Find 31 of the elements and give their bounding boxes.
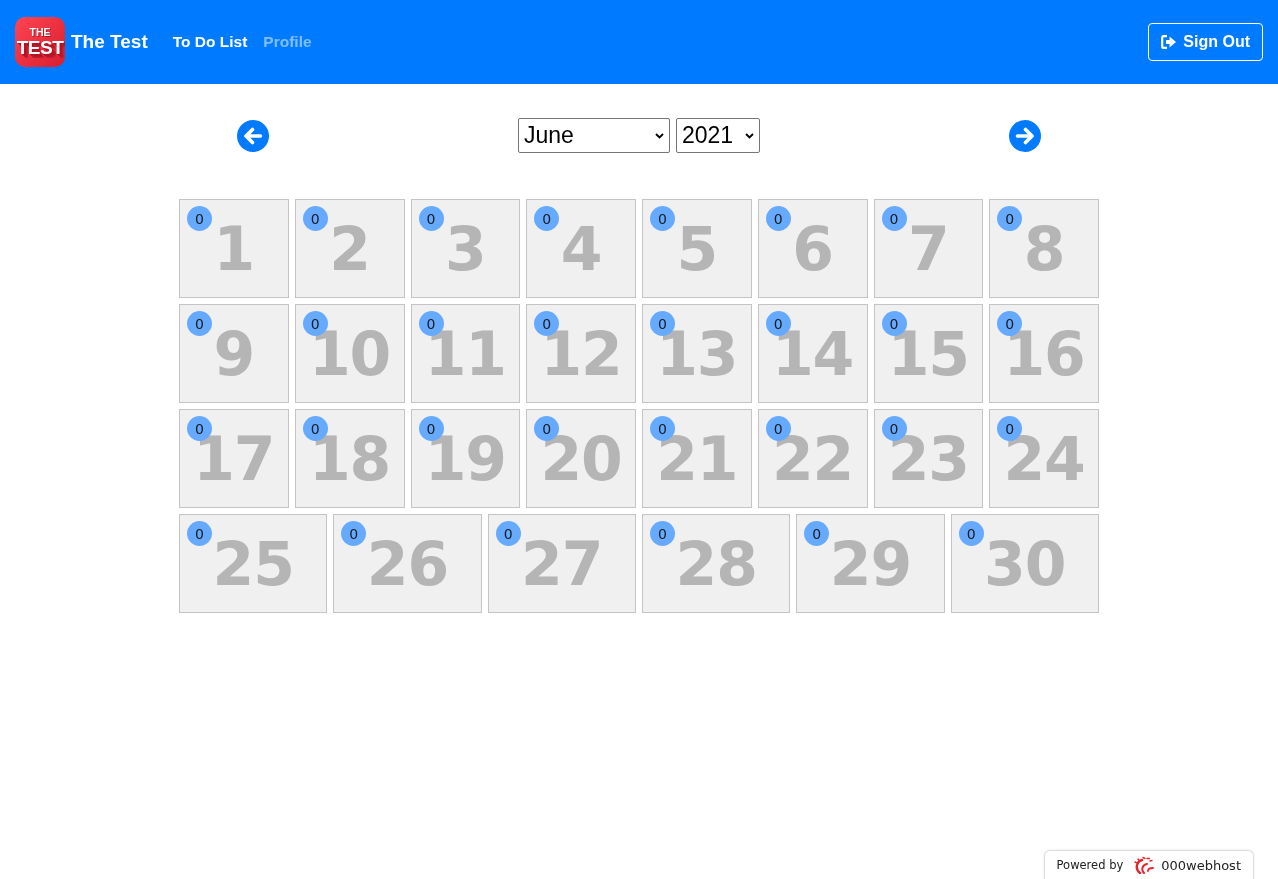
count-badge: 0 (302, 206, 328, 231)
count-badge: 0 (534, 206, 560, 231)
year-select[interactable]: 2021 (676, 118, 760, 153)
count-badge: 0 (765, 206, 791, 231)
swirl-logo-icon (1132, 856, 1155, 874)
arrow-right-icon[interactable] (1009, 119, 1041, 152)
count-badge: 0 (418, 206, 444, 231)
host-name: 000webhost (1161, 857, 1241, 873)
count-badge: 0 (341, 521, 367, 546)
nav-link[interactable]: To Do List (172, 33, 248, 51)
logo-small-text: THE (29, 26, 51, 38)
count-badge: 0 (187, 521, 212, 546)
bracket-arrow-icon (1161, 35, 1178, 49)
powered-by-text: Powered by (1056, 858, 1124, 872)
powered-by-badge[interactable]: Powered by 000webhost (1043, 850, 1254, 879)
logo-text: TEST (16, 38, 64, 58)
count-badge: 0 (958, 521, 984, 546)
count-badge: 0 (804, 521, 830, 546)
sign-out-button[interactable]: Sign Out (1148, 23, 1263, 61)
app-title: The Test (71, 31, 148, 53)
count-badge: 0 (650, 521, 675, 546)
count-badge: 0 (997, 206, 1023, 231)
month-select[interactable]: June (518, 118, 670, 153)
count-badge: 0 (187, 206, 212, 231)
count-badge: 0 (650, 206, 675, 231)
count-badge: 0 (495, 521, 521, 546)
caret-icon (655, 132, 664, 139)
arrow-left-icon[interactable] (237, 119, 269, 152)
caret-icon (745, 132, 754, 139)
count-badge: 0 (881, 206, 907, 231)
count-badge: 0 (187, 311, 212, 336)
